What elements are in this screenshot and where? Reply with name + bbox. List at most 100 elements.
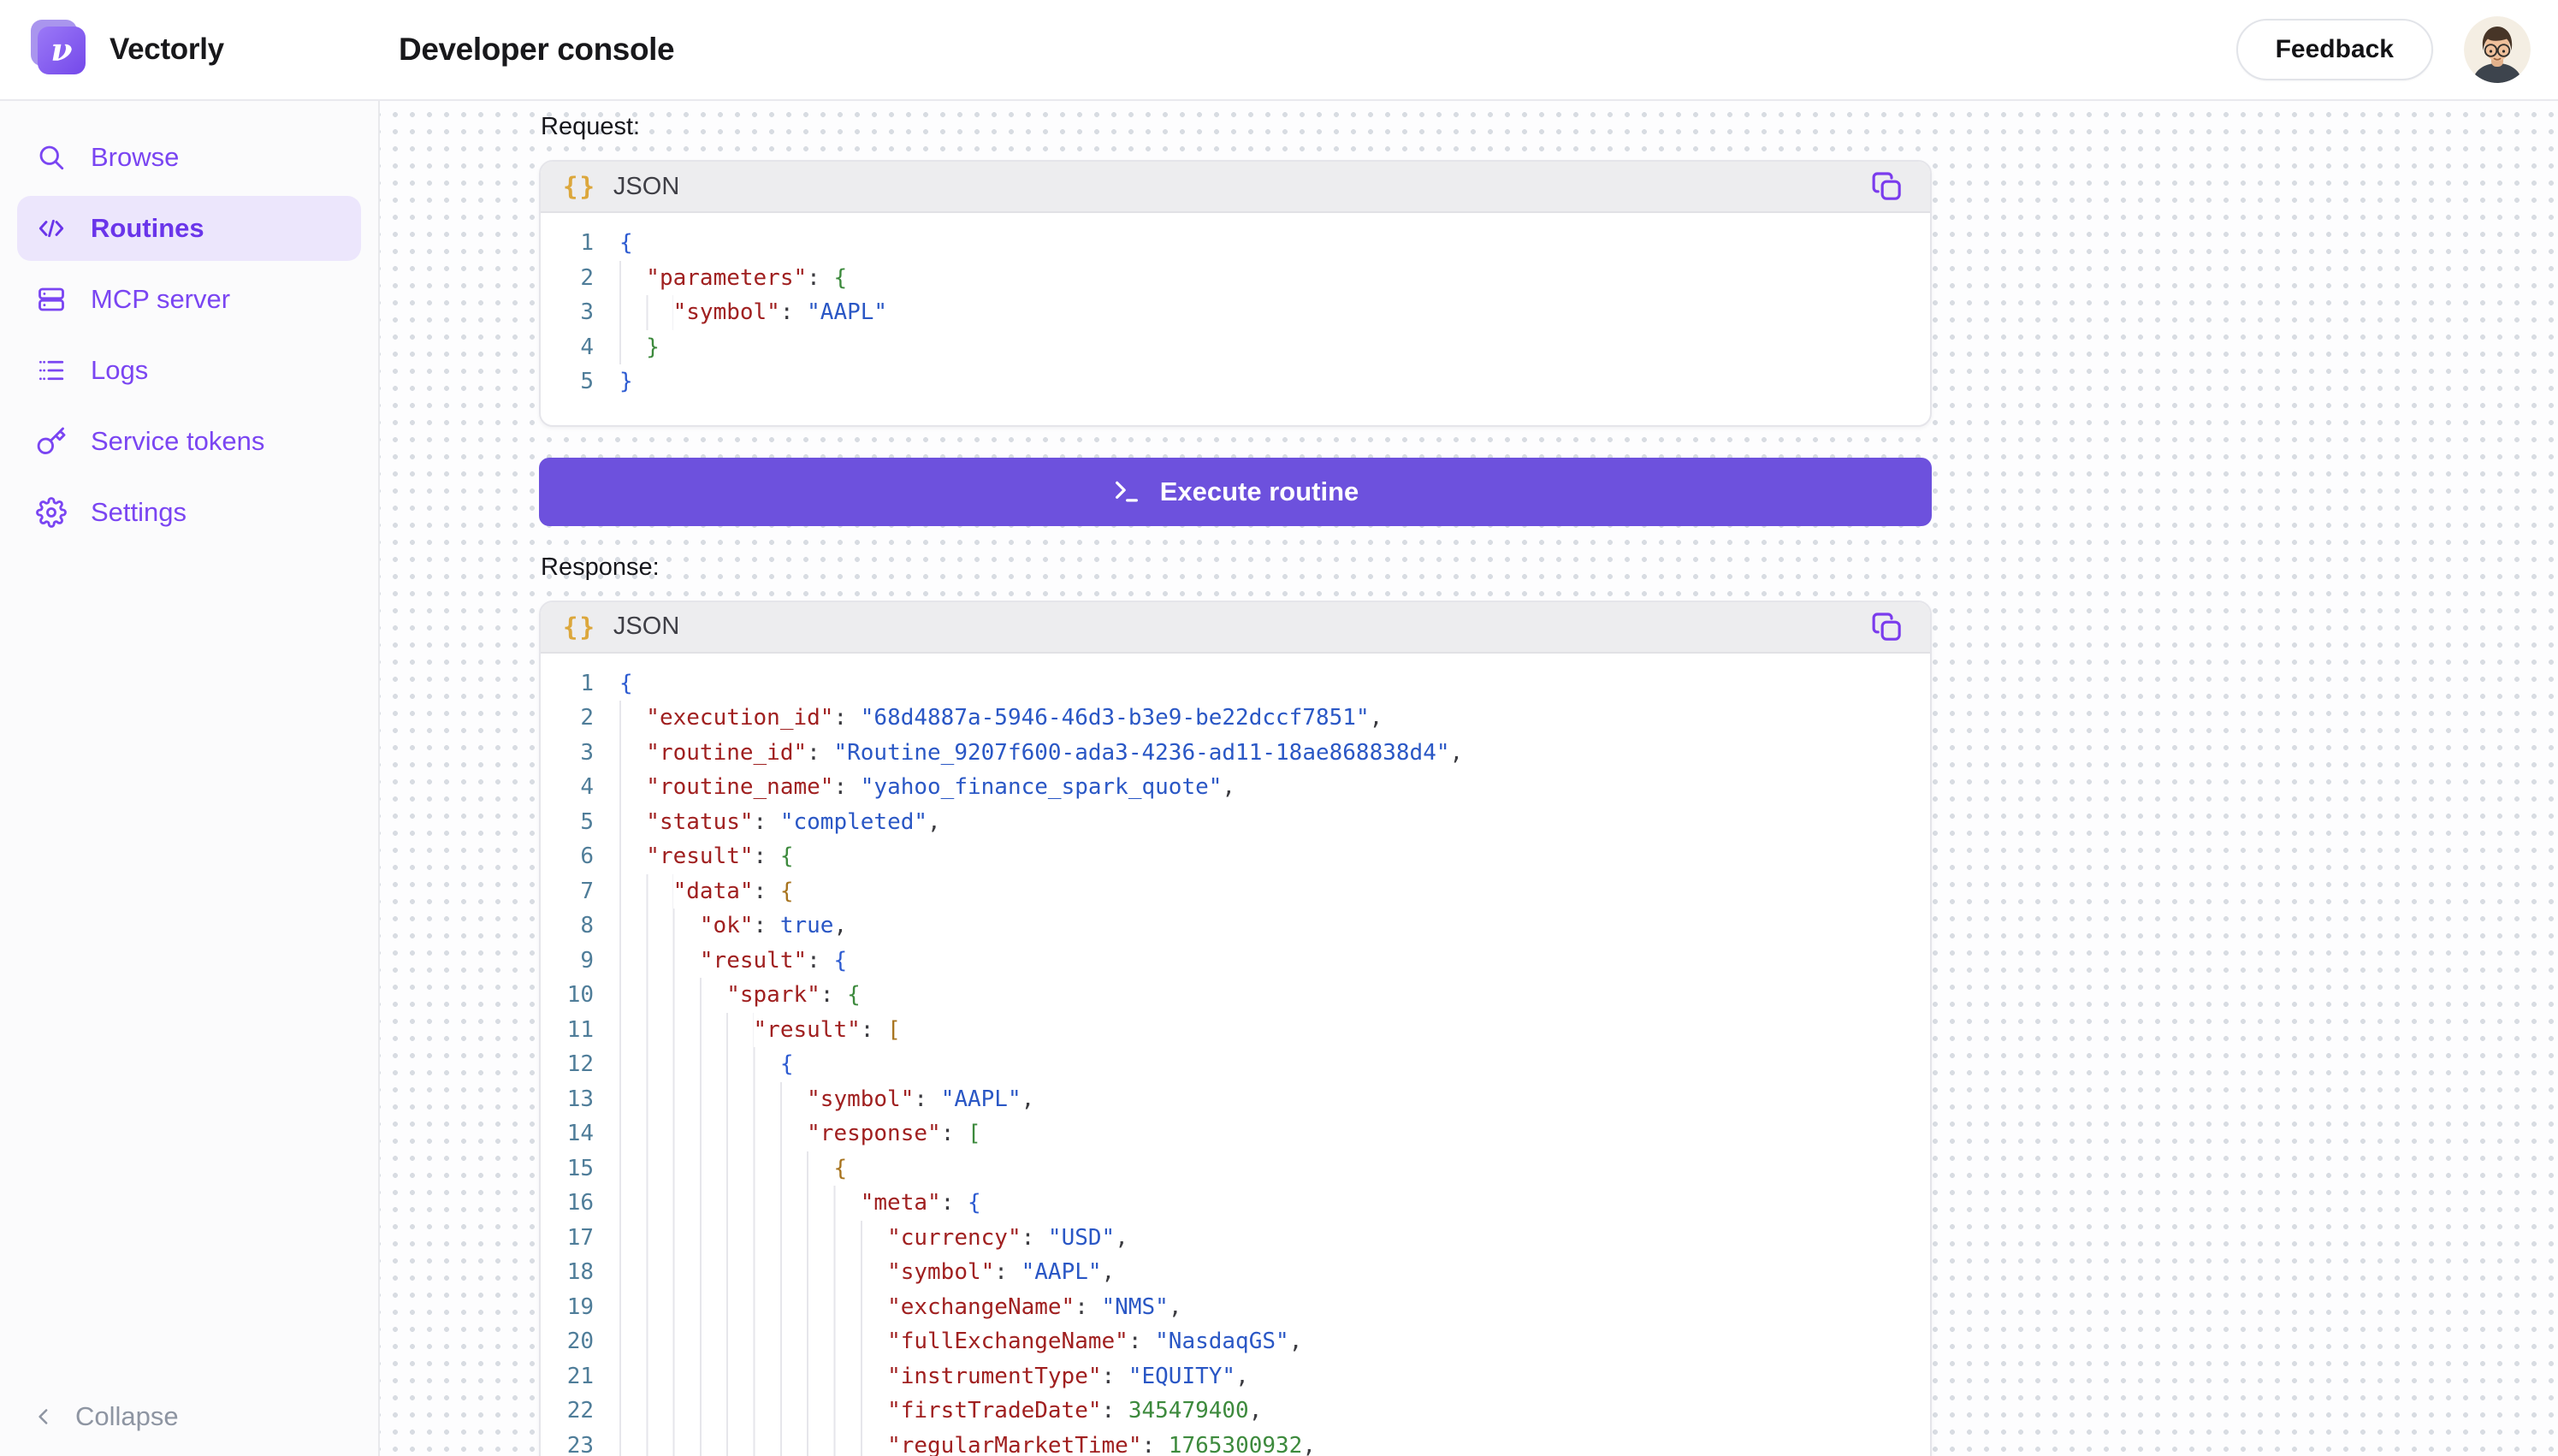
code-line: 15{ bbox=[541, 1151, 1930, 1187]
code-line: 22"firstTradeDate": 345479400, bbox=[541, 1394, 1930, 1429]
code-line: 10"spark": { bbox=[541, 978, 1930, 1013]
code-line: 8"ok": true, bbox=[541, 909, 1930, 944]
indent-guides bbox=[619, 770, 646, 805]
sidebar-item-settings[interactable]: Settings bbox=[17, 480, 361, 545]
indent-guides bbox=[619, 1324, 887, 1359]
feedback-label: Feedback bbox=[2276, 35, 2394, 64]
line-number: 14 bbox=[541, 1116, 594, 1151]
indent-guides bbox=[619, 261, 646, 296]
indent-guides bbox=[619, 1047, 780, 1082]
code-line: 9"result": { bbox=[541, 944, 1930, 979]
indent-guides bbox=[619, 1290, 887, 1325]
sidebar-item-routines[interactable]: Routines bbox=[17, 196, 361, 261]
indent-guides bbox=[619, 1429, 887, 1456]
line-number: 8 bbox=[541, 909, 594, 944]
list-icon bbox=[36, 355, 67, 386]
main-content: Request: {} JSON 1{2"parameters": {3"sym… bbox=[380, 101, 2558, 1456]
code-line: 13"symbol": "AAPL", bbox=[541, 1082, 1930, 1117]
request-json-card: {} JSON 1{2"parameters": {3"symbol": "AA… bbox=[539, 160, 1932, 427]
code-line: 11"result": [ bbox=[541, 1013, 1930, 1048]
line-number: 22 bbox=[541, 1394, 594, 1429]
request-code: 1{2"parameters": {3"symbol": "AAPL"4}5} bbox=[541, 213, 1930, 425]
code-line: 12{ bbox=[541, 1047, 1930, 1082]
sidebar-item-label: MCP server bbox=[91, 284, 230, 315]
code-line: 1{ bbox=[541, 226, 1930, 261]
indent-guides bbox=[619, 1013, 754, 1048]
line-number: 2 bbox=[541, 701, 594, 736]
line-number: 7 bbox=[541, 874, 594, 909]
avatar-illustration bbox=[2464, 16, 2531, 83]
line-number: 12 bbox=[541, 1047, 594, 1082]
code-line: 2"parameters": { bbox=[541, 261, 1930, 296]
page-title: Developer console bbox=[399, 32, 674, 68]
indent-guides bbox=[619, 736, 646, 771]
sidebar-item-label: Service tokens bbox=[91, 426, 264, 457]
sidebar-item-label: Logs bbox=[91, 355, 148, 386]
gear-icon bbox=[36, 497, 67, 528]
sidebar-item-browse[interactable]: Browse bbox=[17, 125, 361, 190]
line-number: 3 bbox=[541, 295, 594, 330]
key-icon bbox=[36, 426, 67, 457]
response-code: 1{2"execution_id": "68d4887a-5946-46d3-b… bbox=[541, 654, 1930, 1456]
sidebar-collapse-button[interactable]: Collapse bbox=[31, 1401, 179, 1432]
copy-request-button[interactable] bbox=[1867, 166, 1908, 207]
sidebar-item-logs[interactable]: Logs bbox=[17, 338, 361, 403]
brand: ν Vectorly bbox=[0, 22, 380, 77]
code-language-label: JSON bbox=[613, 613, 679, 641]
user-avatar[interactable] bbox=[2464, 16, 2531, 83]
code-line: 20"fullExchangeName": "NasdaqGS", bbox=[541, 1324, 1930, 1359]
code-language-label: JSON bbox=[613, 173, 679, 201]
code-line: 7"data": { bbox=[541, 874, 1930, 909]
indent-guides bbox=[619, 295, 673, 330]
code-line: 3"symbol": "AAPL" bbox=[541, 295, 1930, 330]
code-line: 4} bbox=[541, 330, 1930, 365]
indent-guides bbox=[619, 978, 726, 1013]
search-icon bbox=[36, 142, 67, 173]
logo-front-tile: ν bbox=[38, 27, 86, 74]
code-icon bbox=[36, 213, 67, 244]
indent-guides bbox=[619, 1186, 861, 1221]
line-number: 1 bbox=[541, 666, 594, 701]
line-number: 11 bbox=[541, 1013, 594, 1048]
code-line: 5} bbox=[541, 364, 1930, 400]
chevron-left-icon bbox=[31, 1404, 56, 1429]
top-bar: ν Vectorly Developer console Feedback bbox=[0, 0, 2558, 101]
code-line: 14"response": [ bbox=[541, 1116, 1930, 1151]
line-number: 3 bbox=[541, 736, 594, 771]
code-line: 23"regularMarketTime": 1765300932, bbox=[541, 1429, 1930, 1456]
line-number: 16 bbox=[541, 1186, 594, 1221]
sidebar: Browse Routines MCP server Logs Service toke… bbox=[0, 101, 380, 1456]
line-number: 18 bbox=[541, 1255, 594, 1290]
execute-routine-button[interactable]: Execute routine bbox=[539, 458, 1932, 526]
terminal-prompt-icon bbox=[1112, 477, 1141, 506]
line-number: 13 bbox=[541, 1082, 594, 1117]
code-line: 17"currency": "USD", bbox=[541, 1221, 1930, 1256]
indent-guides bbox=[619, 1255, 887, 1290]
line-number: 5 bbox=[541, 364, 594, 400]
code-line: 1{ bbox=[541, 666, 1930, 701]
line-number: 4 bbox=[541, 770, 594, 805]
vectorly-logo-icon: ν bbox=[33, 22, 89, 77]
feedback-button[interactable]: Feedback bbox=[2236, 19, 2433, 80]
line-number: 15 bbox=[541, 1151, 594, 1187]
code-line: 6"result": { bbox=[541, 839, 1930, 874]
sidebar-item-mcp-server[interactable]: MCP server bbox=[17, 267, 361, 332]
copy-response-button[interactable] bbox=[1867, 607, 1908, 648]
sidebar-item-label: Settings bbox=[91, 497, 187, 528]
sidebar-item-label: Browse bbox=[91, 142, 179, 173]
indent-guides bbox=[619, 944, 700, 979]
json-braces-icon: {} bbox=[563, 172, 596, 201]
sidebar-nav: Browse Routines MCP server Logs Service toke… bbox=[0, 125, 378, 545]
line-number: 9 bbox=[541, 944, 594, 979]
line-number: 20 bbox=[541, 1324, 594, 1359]
request-label: Request: bbox=[541, 113, 2558, 141]
line-number: 4 bbox=[541, 330, 594, 365]
line-number: 23 bbox=[541, 1429, 594, 1456]
indent-guides bbox=[619, 1221, 887, 1256]
line-number: 19 bbox=[541, 1290, 594, 1325]
sidebar-item-service-tokens[interactable]: Service tokens bbox=[17, 409, 361, 474]
code-line: 21"instrumentType": "EQUITY", bbox=[541, 1359, 1930, 1394]
json-braces-icon: {} bbox=[563, 613, 596, 642]
response-json-card: {} JSON 1{2"execution_id": "68d4887a-594… bbox=[539, 601, 1932, 1456]
indent-guides bbox=[619, 909, 700, 944]
